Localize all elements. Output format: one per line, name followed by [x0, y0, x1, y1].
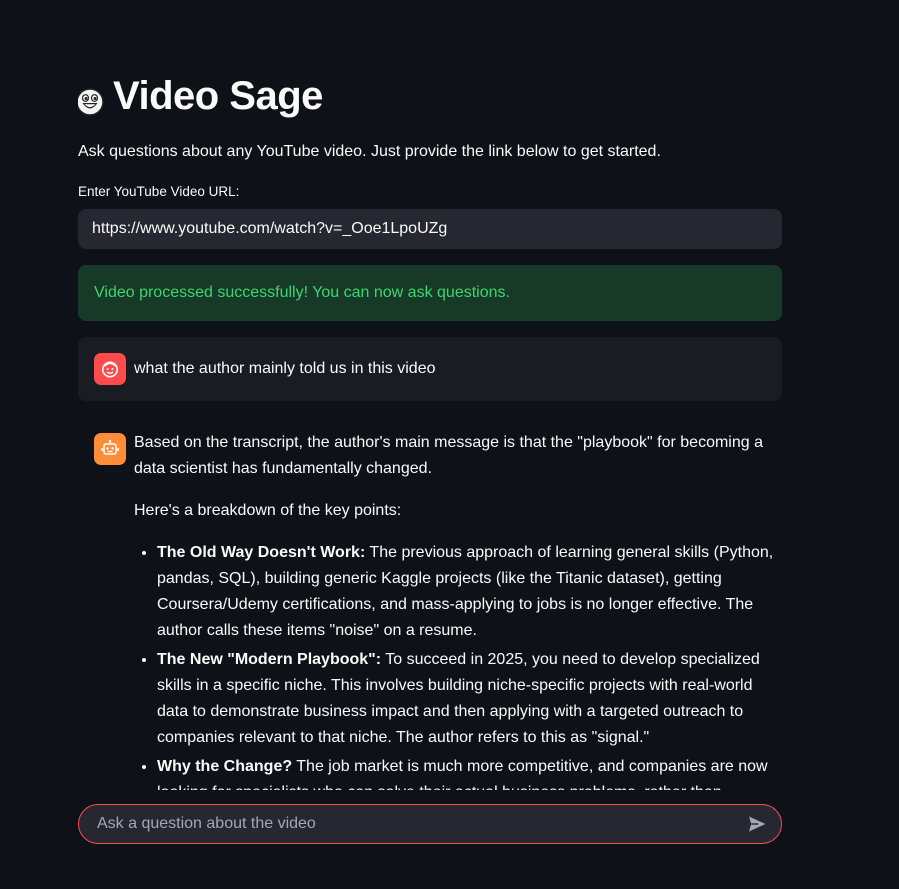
user-avatar — [94, 353, 126, 385]
send-button[interactable] — [743, 810, 771, 838]
assistant-message-body: Based on the transcript, the author's ma… — [134, 430, 782, 832]
main-content: Video Sage Ask questions about any YouTu… — [78, 0, 782, 889]
point-title: Why the Change? — [157, 758, 293, 775]
page-title-text: Video Sage — [113, 74, 323, 118]
face-icon — [102, 361, 118, 378]
page-title: Video Sage — [78, 74, 323, 119]
chat-question-input[interactable] — [95, 814, 743, 834]
chat-input-container[interactable] — [78, 804, 782, 844]
grinning-face-icon — [78, 82, 105, 116]
robot-icon — [101, 439, 119, 455]
url-input-label: Enter YouTube Video URL: — [78, 184, 240, 199]
assistant-intro: Based on the transcript, the author's ma… — [134, 434, 763, 477]
assistant-avatar — [94, 433, 126, 465]
youtube-url-input[interactable] — [78, 209, 782, 249]
point-title: The Old Way Doesn't Work: — [157, 544, 366, 561]
assistant-breakdown-heading: Here's a breakdown of the key points: — [134, 502, 402, 519]
send-icon — [749, 816, 766, 832]
success-alert: Video processed successfully! You can no… — [78, 265, 782, 321]
user-message-text: what the author mainly told us in this v… — [134, 360, 436, 377]
list-item: The Old Way Doesn't Work: The previous a… — [157, 540, 782, 644]
key-points-list: The Old Way Doesn't Work: The previous a… — [134, 540, 782, 832]
point-title: The New "Modern Playbook": — [157, 651, 382, 668]
assistant-chat-message: Based on the transcript, the author's ma… — [94, 430, 782, 835]
list-item: The New "Modern Playbook": To succeed in… — [157, 647, 782, 751]
user-chat-message: what the author mainly told us in this v… — [78, 337, 782, 401]
page-subtitle: Ask questions about any YouTube video. J… — [78, 143, 661, 160]
success-message: Video processed successfully! You can no… — [94, 284, 510, 301]
